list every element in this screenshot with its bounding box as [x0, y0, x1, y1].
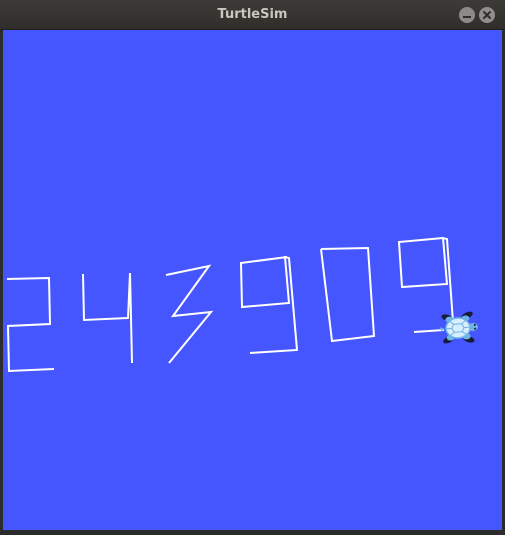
close-icon	[483, 11, 491, 19]
turtle-icon[interactable]	[439, 310, 479, 346]
turtle-canvas[interactable]	[3, 30, 502, 530]
title-bar[interactable]: TurtleSim	[0, 0, 505, 30]
pen-trail	[6, 236, 454, 373]
digit-9b-stroke	[397, 236, 454, 323]
close-button[interactable]	[479, 7, 495, 23]
window-title: TurtleSim	[217, 7, 288, 22]
minimize-icon	[463, 16, 471, 18]
digit-9-stroke	[239, 255, 299, 354]
digit-4-stroke	[82, 272, 133, 364]
turtlesim-window: TurtleSim	[0, 0, 505, 533]
digit-0-stroke	[320, 246, 376, 343]
drawing-surface	[6, 236, 479, 373]
digit-2-stroke	[6, 276, 55, 373]
digit-3-stroke	[165, 264, 214, 364]
minimize-button[interactable]	[459, 7, 475, 23]
tail-stroke	[413, 329, 445, 333]
